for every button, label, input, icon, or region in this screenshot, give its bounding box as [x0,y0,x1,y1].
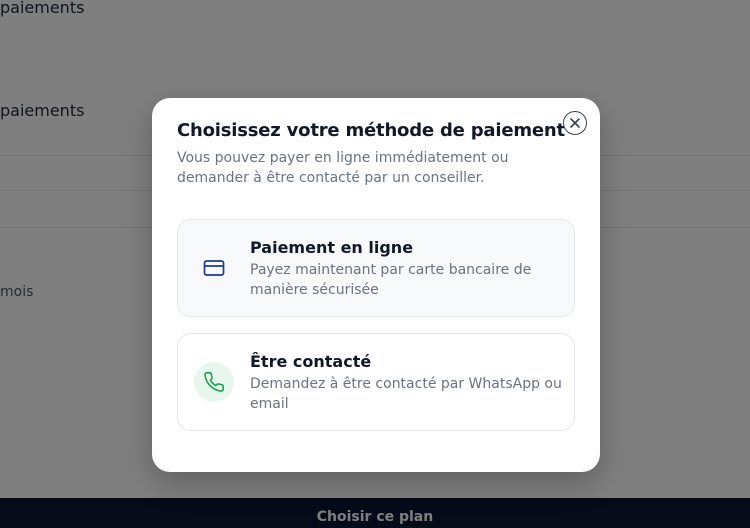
close-button[interactable] [563,111,587,135]
option-title: Paiement en ligne [250,238,414,257]
option-title: Être contacté [250,352,372,371]
option-description: Payez maintenant par carte bancaire de m… [250,262,532,298]
close-icon [570,118,580,128]
credit-card-icon [194,248,234,288]
option-be-contacted[interactable]: Être contacté Demandez à être contacté p… [177,333,575,431]
phone-icon [194,362,234,402]
dialog-title: Choisissez votre méthode de paiement [177,120,565,141]
payment-method-dialog: Choisissez votre méthode de paiement Vou… [152,98,600,472]
option-description: Demandez à être contacté par WhatsApp ou… [250,376,562,412]
option-online-payment[interactable]: Paiement en ligne Payez maintenant par c… [177,219,575,317]
dialog-description: Vous pouvez payer en ligne immédiatement… [177,150,509,186]
